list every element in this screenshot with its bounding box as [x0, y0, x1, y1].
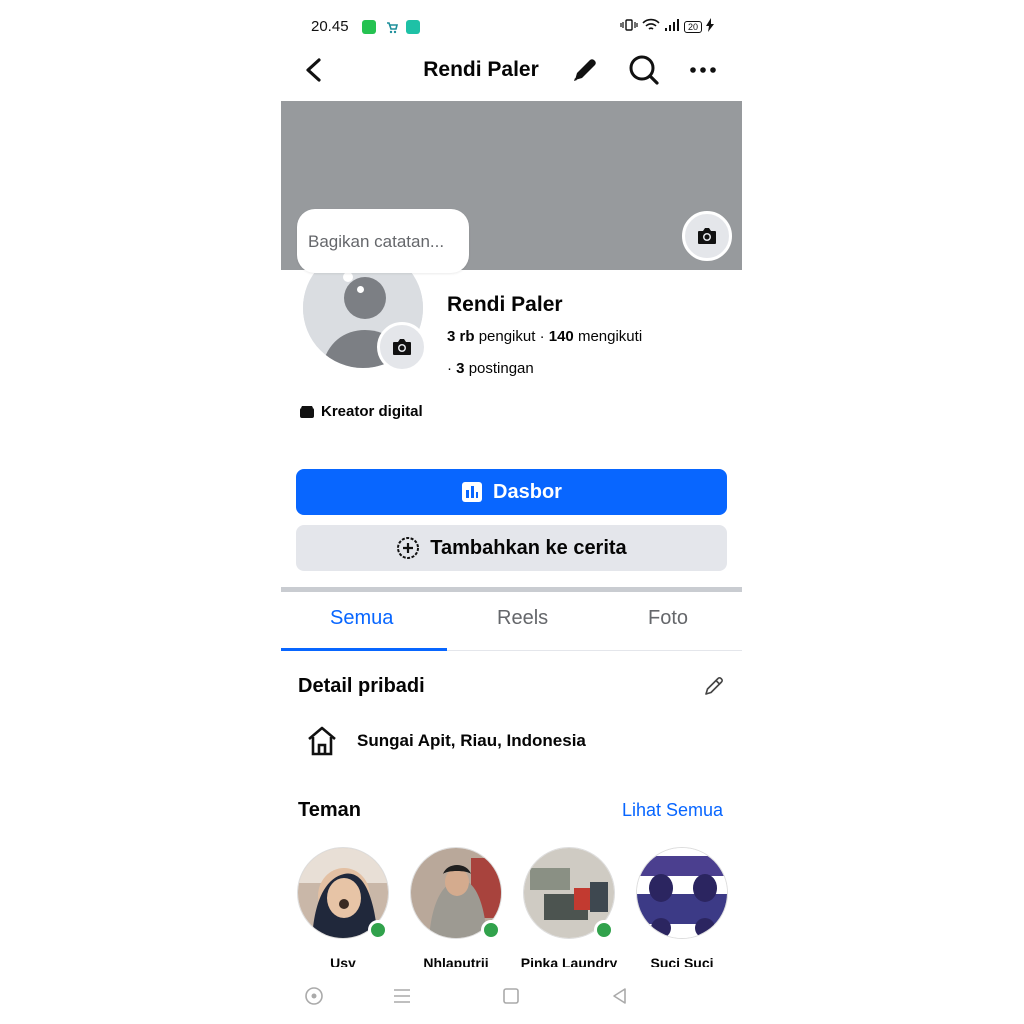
note-bubble[interactable]: Bagikan catatan...	[297, 209, 469, 273]
note-placeholder: Bagikan catatan...	[308, 232, 445, 251]
note-bubble-tail	[343, 272, 353, 282]
home-icon	[308, 726, 336, 756]
post-stats: · 3 postingan	[447, 360, 534, 377]
charging-icon	[706, 18, 714, 35]
assistant-button[interactable]	[302, 984, 326, 1008]
friend-name: Usy	[330, 956, 356, 967]
triangle-back-icon	[613, 988, 626, 1004]
status-bar: 20.45 20	[281, 14, 742, 42]
shopping-notification-icon	[385, 20, 399, 34]
vibrate-icon	[620, 18, 638, 35]
back-nav-button[interactable]	[608, 984, 632, 1008]
location-text: Sungai Apit, Riau, Indonesia	[357, 731, 586, 750]
pencil-icon	[574, 59, 596, 81]
facebook-profile-screen: 20.45 20 Rendi Paler Bagikan catatan... …	[281, 0, 742, 1024]
camera-icon	[393, 339, 411, 355]
edit-profile-button[interactable]	[567, 52, 603, 88]
details-title: Detail pribadi	[298, 675, 425, 697]
online-indicator	[481, 920, 501, 940]
clapperboard-icon	[300, 405, 314, 418]
online-indicator	[368, 920, 388, 940]
search-button[interactable]	[626, 52, 662, 88]
following-label[interactable]: mengikuti	[578, 328, 642, 345]
search-icon	[629, 55, 659, 85]
assistant-icon	[305, 987, 323, 1005]
menu-button[interactable]	[390, 984, 414, 1008]
chart-icon	[462, 482, 483, 502]
add-story-label: Tambahkan ke cerita	[430, 536, 627, 559]
location-row: Sungai Apit, Riau, Indonesia	[305, 724, 586, 758]
posts-label: postingan	[468, 360, 534, 377]
wifi-icon	[642, 18, 660, 35]
add-circle-icon	[397, 537, 420, 559]
edit-cover-button[interactable]	[682, 211, 732, 261]
edit-avatar-button[interactable]	[377, 322, 427, 372]
stats-separator: ·	[447, 360, 452, 377]
more-dots-icon	[690, 67, 716, 73]
dashboard-button[interactable]: Dasbor	[296, 469, 727, 515]
following-count[interactable]: 140	[549, 328, 574, 345]
friend-avatar	[636, 847, 728, 939]
profile-header: Rendi Paler	[281, 48, 742, 92]
follow-stats: 3 rb pengikut · 140 mengikuti	[447, 328, 642, 345]
pencil-outline-icon	[705, 677, 723, 695]
add-story-button[interactable]: Tambahkan ke cerita	[296, 525, 727, 571]
status-indicators: 20	[620, 18, 714, 35]
header-title: Rendi Paler	[423, 58, 539, 81]
tab-semua[interactable]: Semua	[330, 607, 393, 630]
profile-category: Kreator digital	[299, 403, 423, 420]
friend-name: Pinka Laundry	[520, 956, 618, 967]
tab-reels[interactable]: Reels	[497, 607, 548, 630]
category-label: Kreator digital	[321, 403, 423, 420]
followers-label[interactable]: pengikut	[479, 328, 536, 345]
online-indicator	[594, 920, 614, 940]
status-time: 20.45	[311, 18, 349, 35]
menu-icon	[394, 989, 410, 1003]
stats-separator: ·	[539, 328, 545, 345]
home-button[interactable]	[499, 984, 523, 1008]
note-bubble-tail-small	[357, 286, 364, 293]
friend-item[interactable]: Suci Suci	[636, 847, 728, 967]
friend-name: Suci Suci	[650, 956, 714, 967]
app-notification-icon	[362, 20, 376, 34]
system-nav-bar	[281, 976, 742, 1016]
more-options-button[interactable]	[685, 52, 721, 88]
posts-count: 3	[456, 360, 465, 377]
friend-item[interactable]: Pinka Laundry	[521, 847, 617, 967]
dashboard-label: Dasbor	[493, 480, 562, 503]
friends-title: Teman	[298, 799, 361, 821]
friend-item[interactable]: Usy	[297, 847, 389, 967]
tab-foto[interactable]: Foto	[648, 607, 688, 630]
camera-icon	[698, 228, 716, 244]
edit-details-button[interactable]	[701, 673, 727, 699]
profile-name: Rendi Paler	[447, 293, 563, 316]
active-tab-indicator	[281, 648, 447, 651]
see-all-friends-link[interactable]: Lihat Semua	[622, 800, 723, 821]
square-home-icon	[503, 988, 519, 1004]
friend-item[interactable]: Nhlaputrii	[410, 847, 502, 967]
friend-name: Nhlaputrii	[423, 956, 489, 967]
profile-tabs: Semua Reels Foto	[281, 592, 742, 651]
followers-count[interactable]: 3 rb	[447, 328, 475, 345]
battery-icon: 20	[683, 20, 702, 33]
signal-icon	[664, 18, 680, 35]
message-notification-icon	[406, 20, 420, 34]
